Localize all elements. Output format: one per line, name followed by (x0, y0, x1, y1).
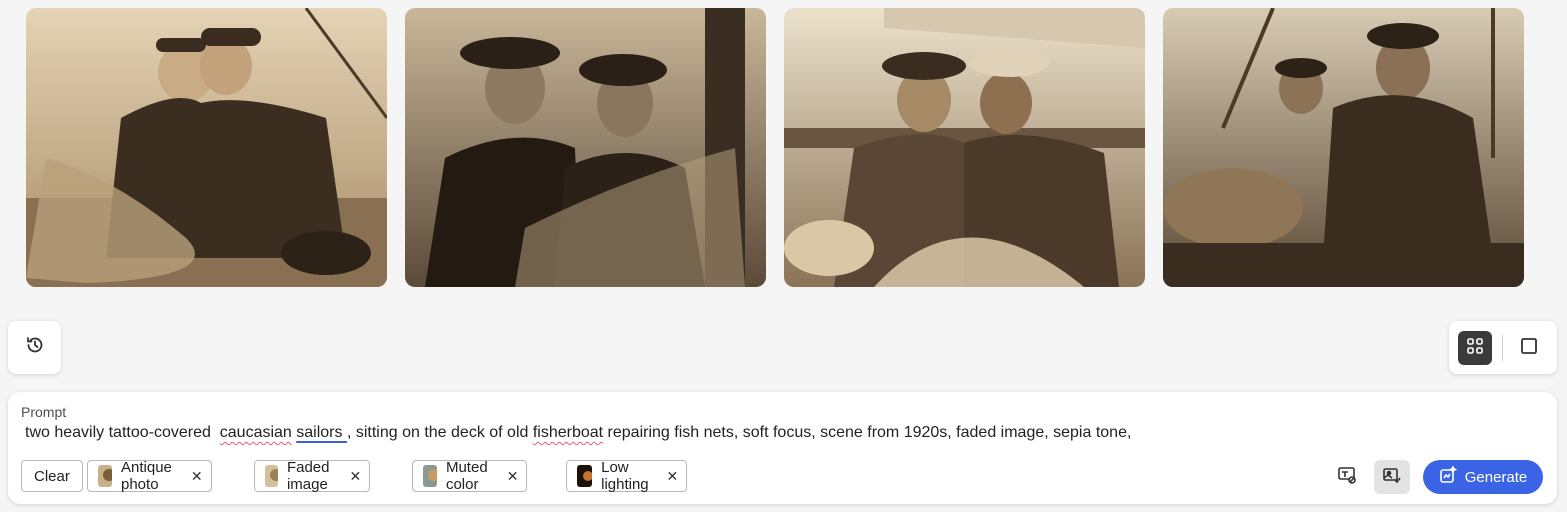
prompt-input[interactable]: two heavily tattoo-covered caucasian sai… (25, 424, 1131, 442)
text-settings-button[interactable] (1329, 460, 1365, 494)
prompt-misspelled-word: fisherboat (532, 424, 604, 441)
chip-faded-image: Faded image ✕ (254, 459, 371, 493)
image-gallery (26, 8, 1524, 287)
chip-thumbnail (423, 465, 437, 487)
prompt-segment: , sitting on the deck of old (346, 424, 533, 441)
generated-image-2[interactable] (405, 8, 766, 287)
remove-chip-icon[interactable]: ✕ (191, 468, 203, 485)
chip-antique-photo: Antique photo ✕ (87, 459, 212, 493)
generated-image-4[interactable] (1163, 8, 1524, 287)
remove-chip-icon[interactable]: ✕ (667, 468, 679, 485)
generated-image-1[interactable] (26, 8, 387, 287)
generate-button[interactable]: Generate (1423, 460, 1543, 494)
prompt-panel: Prompt two heavily tattoo-covered caucas… (8, 392, 1557, 504)
prompt-segment: two heavily tattoo-covered (25, 424, 220, 441)
grid-view-button[interactable] (1458, 331, 1492, 365)
sparkle-icon (1439, 465, 1458, 488)
history-button[interactable] (8, 321, 61, 374)
prompt-highlighted-word: sailors (296, 424, 347, 441)
prompt-segment: repairing fish nets, soft focus, scene f… (603, 424, 1132, 441)
clear-button[interactable]: Clear (21, 460, 83, 492)
chip-muted-color: Muted color ✕ (412, 459, 528, 493)
remove-chip-icon[interactable]: ✕ (507, 468, 519, 485)
chip-label: Antique photo (121, 459, 172, 493)
chip-thumbnail (265, 465, 278, 487)
chip-thumbnail (98, 465, 112, 487)
style-reference-button[interactable] (1374, 460, 1410, 494)
generated-image-3[interactable] (784, 8, 1145, 287)
text-settings-icon (1337, 465, 1357, 490)
chip-low-lighting: Low lighting ✕ (566, 459, 688, 493)
remove-chip-icon[interactable]: ✕ (350, 468, 362, 485)
generate-label: Generate (1464, 468, 1528, 486)
chip-label: Low lighting (601, 459, 649, 493)
single-view-icon (1520, 337, 1538, 360)
chip-label: Muted color (445, 459, 488, 493)
prompt-misspelled-word: caucasian (219, 424, 292, 441)
grid-view-icon (1466, 337, 1484, 360)
single-view-button[interactable] (1512, 331, 1546, 365)
chip-label: Faded image (286, 459, 330, 493)
view-toggle (1449, 321, 1557, 374)
history-icon (25, 335, 45, 360)
style-reference-icon (1382, 465, 1402, 490)
view-divider (1502, 335, 1503, 361)
prompt-label: Prompt (21, 404, 67, 420)
chip-thumbnail (577, 465, 593, 487)
